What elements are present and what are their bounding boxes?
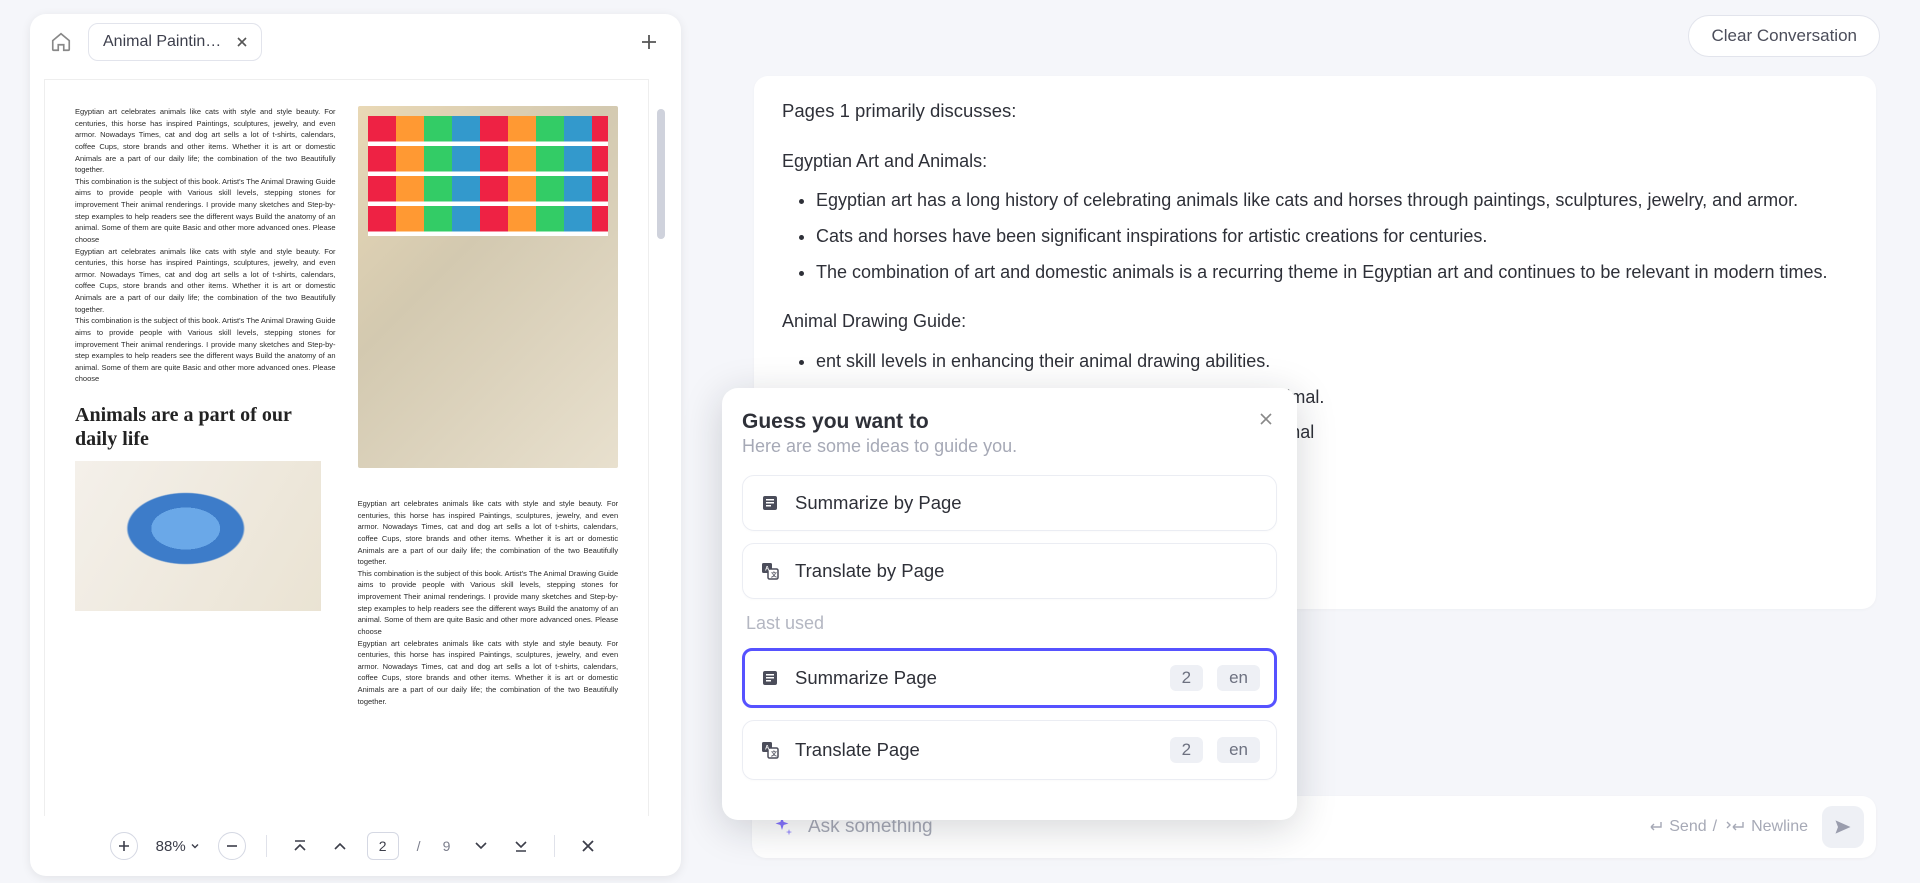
suggestion-summarize-page[interactable]: Summarize Page 2 en xyxy=(742,648,1277,708)
pdf-page[interactable]: Egyptian art celebrates animals like cat… xyxy=(44,79,649,816)
page-badge: 2 xyxy=(1170,737,1203,763)
page-scrollbar[interactable] xyxy=(657,79,667,816)
chevron-bar-up-icon xyxy=(291,837,309,855)
article-heading: Animals are a part of our daily life xyxy=(75,403,336,451)
svg-text:A: A xyxy=(765,567,770,573)
toolbar-separator xyxy=(266,835,267,857)
zoom-out-button[interactable] xyxy=(218,832,246,860)
plus-icon xyxy=(117,839,131,853)
section-title: Egyptian Art and Animals: xyxy=(782,147,1848,177)
chevron-down-icon xyxy=(190,841,200,851)
shift-enter-icon xyxy=(1723,820,1745,834)
bullet-item: ent skill levels in enhancing their anim… xyxy=(816,347,1848,377)
suggestion-label: Summarize by Page xyxy=(795,492,962,514)
home-button[interactable] xyxy=(44,25,78,59)
zoom-in-button[interactable] xyxy=(110,832,138,860)
send-button[interactable] xyxy=(1822,806,1864,848)
bullet-list: Egyptian art has a long history of celeb… xyxy=(782,186,1848,287)
close-icon xyxy=(580,838,596,854)
bullet-item: The combination of art and domestic anim… xyxy=(816,258,1848,288)
svg-text:文: 文 xyxy=(770,571,778,579)
message-intro: Pages 1 primarily discusses: xyxy=(782,96,1848,127)
input-hints: Send / Newline xyxy=(1647,818,1808,836)
scrollbar-thumb[interactable] xyxy=(657,109,665,239)
enter-key-icon xyxy=(1647,820,1663,834)
document-tab[interactable]: Animal Paintin… xyxy=(88,23,262,61)
document-list-icon xyxy=(759,492,781,514)
clear-conversation-button[interactable]: Clear Conversation xyxy=(1688,15,1880,57)
butterfly-illustration xyxy=(75,461,321,611)
suggestion-translate-page[interactable]: A文 Translate Page 2 en xyxy=(742,720,1277,780)
hint-newline: Newline xyxy=(1751,818,1808,836)
language-badge: en xyxy=(1217,737,1260,763)
tab-title: Animal Paintin… xyxy=(103,33,221,51)
svg-text:A: A xyxy=(765,746,770,752)
next-page-button[interactable] xyxy=(468,833,494,859)
close-icon xyxy=(1259,412,1273,426)
watercolor-palette-image xyxy=(358,106,619,468)
close-icon xyxy=(236,36,248,48)
pdf-header: Animal Paintin… xyxy=(30,14,681,69)
section-title: Animal Drawing Guide: xyxy=(782,307,1848,337)
pdf-toolbar: 88% / 9 xyxy=(30,816,681,876)
bullet-item: Cats and horses have been significant in… xyxy=(816,222,1848,252)
minus-icon xyxy=(225,839,239,853)
popover-subtitle: Here are some ideas to guide you. xyxy=(742,436,1277,457)
last-used-label: Last used xyxy=(746,613,1273,634)
translate-icon: A文 xyxy=(759,739,781,761)
prev-page-button[interactable] xyxy=(327,833,353,859)
language-badge: en xyxy=(1217,665,1260,691)
page-text-right: Egyptian art celebrates animals like cat… xyxy=(358,498,619,707)
page-separator: / xyxy=(417,838,421,854)
suggestion-label: Translate Page xyxy=(795,739,920,761)
translate-icon: A文 xyxy=(759,560,781,582)
close-viewer-button[interactable] xyxy=(575,833,601,859)
popover-title: Guess you want to xyxy=(742,410,1277,434)
chevron-down-icon xyxy=(473,838,489,854)
suggestion-summarize-by-page[interactable]: Summarize by Page xyxy=(742,475,1277,531)
total-pages: 9 xyxy=(443,838,451,854)
first-page-button[interactable] xyxy=(287,833,313,859)
hint-divider: / xyxy=(1713,818,1717,836)
suggestion-popover: Guess you want to Here are some ideas to… xyxy=(722,388,1297,820)
send-icon xyxy=(1833,817,1853,837)
chevron-up-icon xyxy=(332,838,348,854)
tab-close-button[interactable] xyxy=(231,31,253,53)
plus-icon xyxy=(639,32,659,52)
toolbar-separator xyxy=(554,835,555,857)
bullet-item: Egyptian art has a long history of celeb… xyxy=(816,186,1848,216)
chevron-bar-down-icon xyxy=(512,837,530,855)
page-text-left: Egyptian art celebrates animals like cat… xyxy=(75,106,336,385)
svg-text:文: 文 xyxy=(770,750,778,758)
chat-header: Clear Conversation xyxy=(720,14,1892,58)
suggestion-label: Translate by Page xyxy=(795,560,944,582)
pdf-viewer-panel: Animal Paintin… Egyptian art celebrates … xyxy=(30,14,681,876)
hint-send: Send xyxy=(1669,818,1706,836)
last-page-button[interactable] xyxy=(508,833,534,859)
home-icon xyxy=(50,31,72,53)
zoom-level-dropdown[interactable]: 88% xyxy=(156,838,200,855)
page-badge: 2 xyxy=(1170,665,1203,691)
pdf-body: Egyptian art celebrates animals like cat… xyxy=(30,69,681,816)
suggestion-translate-by-page[interactable]: A文 Translate by Page xyxy=(742,543,1277,599)
document-list-icon xyxy=(759,667,781,689)
zoom-value: 88% xyxy=(156,838,186,855)
add-tab-button[interactable] xyxy=(631,24,667,60)
page-number-input[interactable] xyxy=(367,832,399,860)
popover-close-button[interactable] xyxy=(1253,406,1279,432)
suggestion-label: Summarize Page xyxy=(795,667,937,689)
